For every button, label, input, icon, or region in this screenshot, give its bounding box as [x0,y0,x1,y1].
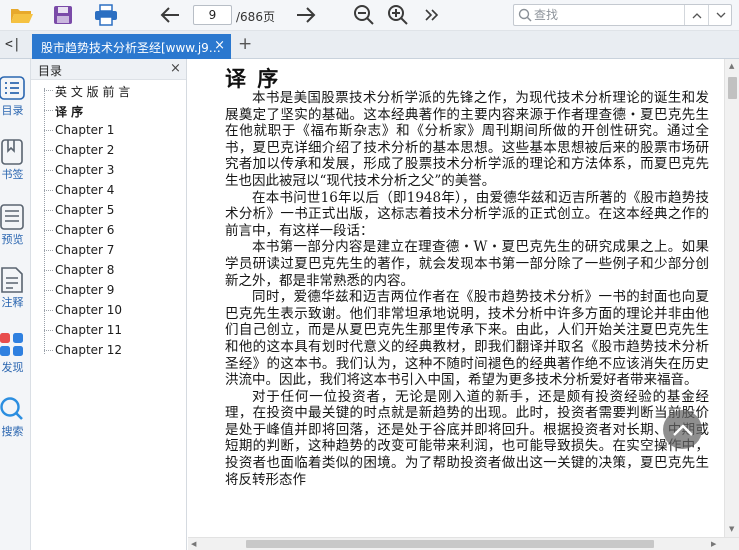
toc-item-active[interactable]: 译 序 [44,101,184,121]
toc-header: 目录 × [31,59,186,80]
page-title: 译 序 [225,66,281,91]
scroll-right-arrow-icon[interactable]: ▶ [711,540,716,548]
previous-page-icon[interactable] [158,3,182,27]
toc-item[interactable]: Chapter 9 [44,281,184,301]
close-tab-icon[interactable]: × [214,38,225,53]
vertical-scroll-thumb[interactable] [728,77,737,99]
tab-bar: <| 股市趋势技术分析圣经[www.j9… × + [0,31,739,59]
toc-item[interactable]: Chapter 2 [44,141,184,161]
paragraph: 本书第一部分内容是建立在理查德・W・夏巴克先生的研究成果之上。如果学员研读过夏巴… [225,239,709,289]
search-icon [518,8,532,22]
rail-label-toc: 目录 [1,104,24,117]
paragraph: 在本书问世16年以后（即1948年），由爱德华兹和迈吉所著的《股市趋势技术分析》… [225,189,709,239]
chevron-up-icon [672,423,693,436]
scroll-left-arrow-icon[interactable]: ◀ [191,540,196,548]
main-toolbar: /686页 [0,0,739,31]
print-icon[interactable] [92,3,120,27]
rail-label-search: 搜索 [1,425,24,438]
rail-label-preview: 预览 [1,233,24,246]
toc-title: 目录 [38,64,63,78]
toc-item[interactable]: Chapter 6 [44,221,184,241]
chevron-up-icon [692,12,701,18]
chevron-down-icon [716,12,725,18]
toc-item[interactable]: 英 文 版 前 言 [44,81,184,101]
discover-icon [0,333,23,356]
search-previous-button[interactable] [684,5,708,25]
document-page: 译 序 本书是美国股票技术分析学派的先锋之作，为现代技术分析理论的诞生和发展奠定… [188,59,724,537]
more-tools-icon[interactable] [422,3,442,27]
scroll-up-arrow-icon[interactable]: ▲ [729,62,734,70]
bookmark-icon [1,139,23,165]
toc-item[interactable]: Chapter 4 [44,181,184,201]
toc-item[interactable]: Chapter 10 [44,301,184,321]
search-icon [0,397,23,420]
next-page-icon[interactable] [294,3,318,27]
back-to-top-button[interactable] [663,410,702,449]
annotation-icon [1,267,23,293]
paragraph: 本书是美国股票技术分析学派的先锋之作，为现代技术分析理论的诞生和发展奠定了坚实的… [225,90,709,189]
collapse-sidebar-button[interactable]: <| [5,37,21,52]
toc-item[interactable]: Chapter 7 [44,241,184,261]
search-next-button[interactable] [708,5,732,25]
zoom-in-icon[interactable] [386,3,410,27]
close-toc-icon[interactable]: × [170,61,181,76]
rail-item-bookmarks[interactable]: 书签 [0,139,31,191]
rail-label-bookmarks: 书签 [1,168,24,181]
preview-icon [0,204,24,230]
rail-item-discover[interactable]: 发现 [0,332,31,384]
paragraph: 同时，爱德华兹和迈吉两位作者在《股市趋势技术分析》一书的封面也向夏巴克先生表示致… [225,289,709,389]
document-tab-title: 股市趋势技术分析圣经[www.j9… [41,41,221,55]
rail-item-preview[interactable]: 预览 [0,204,31,256]
paragraph: 对于任何一位投资者，无论是刚入道的新手，还是颇有投资经验的基金经理，在投资中最关… [225,388,709,488]
toc-item[interactable]: Chapter 8 [44,261,184,281]
sidebar-rail: 目录 书签 预览 注释 发现 搜索 [0,59,31,550]
page-number-input[interactable] [193,5,232,25]
list-icon [0,76,25,100]
rail-label-annotations: 注释 [1,296,24,309]
toc-panel: 目录 × 英 文 版 前 言 译 序 Chapter 1 Chapter 2 C… [31,59,187,550]
horizontal-scroll-thumb[interactable] [246,540,654,548]
search-input[interactable] [534,7,674,23]
rail-item-toc[interactable]: 目录 [0,75,31,127]
toc-item[interactable]: Chapter 11 [44,321,184,341]
new-tab-button[interactable]: + [238,34,252,54]
toc-item[interactable]: Chapter 1 [44,121,184,141]
toc-item[interactable]: Chapter 3 [44,161,184,181]
search-box [513,4,732,26]
horizontal-scrollbar[interactable]: ◀ ▶ [188,537,739,550]
vertical-scrollbar[interactable]: ▲ ▼ [724,59,739,537]
zoom-out-icon[interactable] [352,3,376,27]
document-body: 本书是美国股票技术分析学派的先锋之作，为现代技术分析理论的诞生和发展奠定了坚实的… [225,90,709,488]
document-tab[interactable]: 股市趋势技术分析圣经[www.j9… × [32,34,231,59]
rail-item-search[interactable]: 搜索 [0,396,31,448]
rail-item-annotations[interactable]: 注释 [0,267,31,319]
rail-label-discover: 发现 [1,361,24,374]
toc-item[interactable]: Chapter 5 [44,201,184,221]
scroll-down-arrow-icon[interactable]: ▼ [729,525,734,533]
page-total-label: /686页 [236,10,275,24]
save-icon[interactable] [50,3,76,27]
open-folder-icon[interactable] [8,3,36,27]
toc-item[interactable]: Chapter 12 [44,341,184,361]
